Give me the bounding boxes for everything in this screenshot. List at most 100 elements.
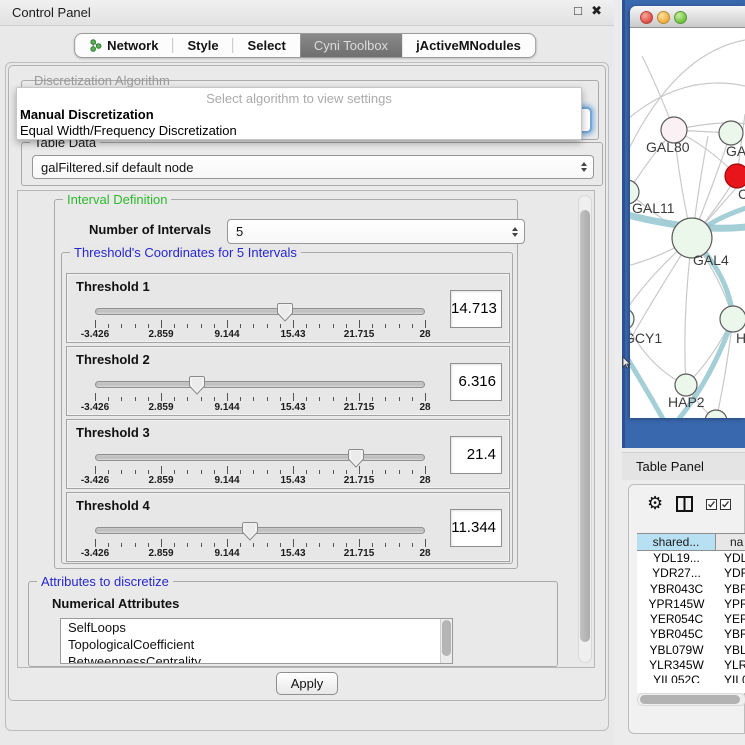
network-node[interactable] bbox=[630, 308, 634, 330]
threshold-box-4: Threshold 4 -3.4262.8599.14415.4321.71528… bbox=[66, 492, 510, 562]
cell-shared-name[interactable]: YDL19... bbox=[637, 551, 716, 566]
threshold-box-2: Threshold 2-3.4262.8599.14415.4321.71528… bbox=[66, 346, 510, 416]
cell-name[interactable]: YER0 bbox=[716, 612, 745, 627]
network-node[interactable] bbox=[705, 410, 727, 418]
slider-track[interactable] bbox=[95, 527, 425, 534]
table-row[interactable]: YER054CYER0 bbox=[637, 612, 745, 627]
dropdown-item-manual-discretization[interactable]: Manual Discretization bbox=[20, 107, 154, 122]
threshold-slider[interactable]: -3.4262.8599.14415.4321.71528 bbox=[95, 521, 425, 559]
table-row[interactable]: YIL052CYIL0 bbox=[637, 673, 745, 683]
cell-name[interactable]: YBR0 bbox=[716, 627, 745, 642]
close-icon[interactable]: ✖ bbox=[591, 3, 602, 19]
column-layout-icon[interactable] bbox=[676, 496, 693, 512]
network-edge-highlighted[interactable] bbox=[630, 346, 664, 418]
checkbox-checked-icon[interactable] bbox=[720, 499, 731, 510]
table-row[interactable]: YBR045CYBR0 bbox=[637, 627, 745, 642]
cell-name[interactable]: YDR2 bbox=[716, 566, 745, 581]
slider-thumb[interactable] bbox=[277, 302, 293, 322]
threshold-slider[interactable]: -3.4262.8599.14415.4321.71528 bbox=[95, 375, 425, 413]
tab-jactivemnodules[interactable]: jActiveMNodules bbox=[402, 34, 535, 57]
threshold-slider[interactable]: -3.4262.8599.14415.4321.71528 bbox=[95, 448, 425, 486]
minimize-traffic-light-icon[interactable] bbox=[657, 11, 670, 24]
tab-style[interactable]: Style bbox=[173, 34, 232, 57]
table-row[interactable]: YLR345WYLR3 bbox=[637, 658, 745, 673]
tab-label: Select bbox=[248, 38, 286, 53]
algorithm-group-title: Discretization Algorithm bbox=[30, 73, 174, 88]
threshold-box-1: Threshold 1-3.4262.8599.14415.4321.71528… bbox=[66, 273, 510, 343]
cell-shared-name[interactable]: YBR043C bbox=[637, 582, 716, 597]
checkbox-checked-icon[interactable] bbox=[706, 499, 717, 510]
table-row[interactable]: YBL079WYBL0 bbox=[637, 643, 745, 658]
network-node[interactable] bbox=[719, 121, 743, 145]
panel-vertical-scrollbar[interactable] bbox=[578, 195, 592, 663]
apply-button[interactable]: Apply bbox=[276, 672, 338, 695]
interval-definition-title: Interval Definition bbox=[63, 192, 171, 207]
network-node[interactable] bbox=[725, 164, 745, 188]
slider-track[interactable] bbox=[95, 454, 425, 461]
network-node-label: C bbox=[738, 186, 745, 202]
dropdown-item-equal-width-frequency[interactable]: Equal Width/Frequency Discretization bbox=[20, 123, 237, 138]
tab-cyni-toolbox[interactable]: Cyni Toolbox bbox=[300, 34, 402, 57]
table-panel: ⚙ shared... na YDL19...YDL1Y bbox=[628, 484, 745, 734]
cell-shared-name[interactable]: YER054C bbox=[637, 612, 716, 627]
attributes-scrollbar[interactable] bbox=[440, 619, 452, 664]
attribute-list-item[interactable]: SelfLoops bbox=[61, 619, 452, 636]
network-node[interactable] bbox=[675, 374, 697, 396]
cell-shared-name[interactable]: YDR27... bbox=[637, 566, 716, 581]
zoom-traffic-light-icon[interactable] bbox=[674, 11, 687, 24]
column-header-name[interactable]: na bbox=[716, 534, 745, 550]
slider-thumb[interactable] bbox=[348, 448, 364, 468]
attribute-list-item[interactable]: TopologicalCoefficient bbox=[61, 636, 452, 653]
table-row[interactable]: YBR043CYBR0 bbox=[637, 582, 745, 597]
attribute-list-item[interactable]: BetweennessCentrality bbox=[61, 653, 452, 664]
cell-name[interactable]: YDL1 bbox=[716, 551, 745, 566]
cell-name[interactable]: YBL0 bbox=[716, 643, 745, 658]
tab-select[interactable]: Select bbox=[234, 34, 300, 57]
threshold-value-field[interactable]: 6.316 bbox=[450, 363, 502, 401]
gear-icon[interactable]: ⚙ bbox=[647, 495, 663, 513]
tab-label: Cyni Toolbox bbox=[314, 38, 388, 53]
threshold-value-field[interactable]: 21.4 bbox=[450, 436, 502, 474]
table-row[interactable]: YDR27...YDR2 bbox=[637, 566, 745, 581]
numerical-attributes-list[interactable]: SelfLoopsTopologicalCoefficientBetweenne… bbox=[60, 618, 453, 664]
table-horizontal-scrollbar[interactable] bbox=[637, 693, 745, 706]
cell-name[interactable]: YLR3 bbox=[716, 658, 745, 673]
desktop-edge bbox=[622, 0, 625, 448]
network-canvas[interactable]: GAL80GACGAL11GAL4GCY1HHAP2 bbox=[630, 28, 745, 418]
threshold-slider[interactable]: -3.4262.8599.14415.4321.71528 bbox=[95, 302, 425, 340]
control-panel-frame: Discretization Algorithm Select algorith… bbox=[5, 62, 609, 731]
close-traffic-light-icon[interactable] bbox=[640, 11, 653, 24]
cell-name[interactable]: YPR1 bbox=[716, 597, 745, 612]
slider-ticks bbox=[95, 538, 425, 547]
threshold-value-field[interactable]: 11.344 bbox=[450, 509, 502, 547]
number-of-intervals-combobox[interactable]: 5 bbox=[227, 219, 525, 244]
network-edge[interactable] bbox=[630, 83, 745, 124]
slider-thumb[interactable] bbox=[189, 375, 205, 395]
tab-label: Network bbox=[107, 38, 158, 53]
cell-name[interactable]: YBR0 bbox=[716, 582, 745, 597]
cell-shared-name[interactable]: YBL079W bbox=[637, 643, 716, 658]
table-panel-toolbar: ⚙ bbox=[629, 485, 744, 523]
cell-shared-name[interactable]: YIL052C bbox=[637, 673, 716, 683]
threshold-value-field[interactable]: 14.713 bbox=[450, 290, 502, 328]
mouse-cursor-icon bbox=[622, 356, 631, 369]
network-node-label: H bbox=[736, 330, 745, 346]
slider-thumb[interactable] bbox=[242, 521, 258, 541]
application-root: Control Panel □ ✖ NetworkStyleSelectCyni… bbox=[0, 0, 745, 745]
slider-track[interactable] bbox=[95, 308, 425, 315]
slider-track[interactable] bbox=[95, 381, 425, 388]
threshold-label: Threshold 4 bbox=[76, 498, 150, 513]
table-data-combobox[interactable]: galFiltered.sif default node bbox=[32, 155, 594, 179]
cell-shared-name[interactable]: YBR045C bbox=[637, 627, 716, 642]
float-window-icon[interactable]: □ bbox=[574, 3, 582, 18]
tab-network[interactable]: Network bbox=[75, 34, 172, 57]
cell-shared-name[interactable]: YPR145W bbox=[637, 597, 716, 612]
dropdown-prompt: Select algorithm to view settings bbox=[17, 91, 581, 106]
table-row[interactable]: YPR145WYPR1 bbox=[637, 597, 745, 612]
network-edge[interactable] bbox=[685, 238, 692, 385]
table-row[interactable]: YDL19...YDL1 bbox=[637, 551, 745, 566]
network-node[interactable] bbox=[720, 306, 745, 332]
cell-shared-name[interactable]: YLR345W bbox=[637, 658, 716, 673]
column-header-shared-name[interactable]: shared... bbox=[637, 534, 716, 550]
cell-name[interactable]: YIL0 bbox=[716, 673, 745, 683]
